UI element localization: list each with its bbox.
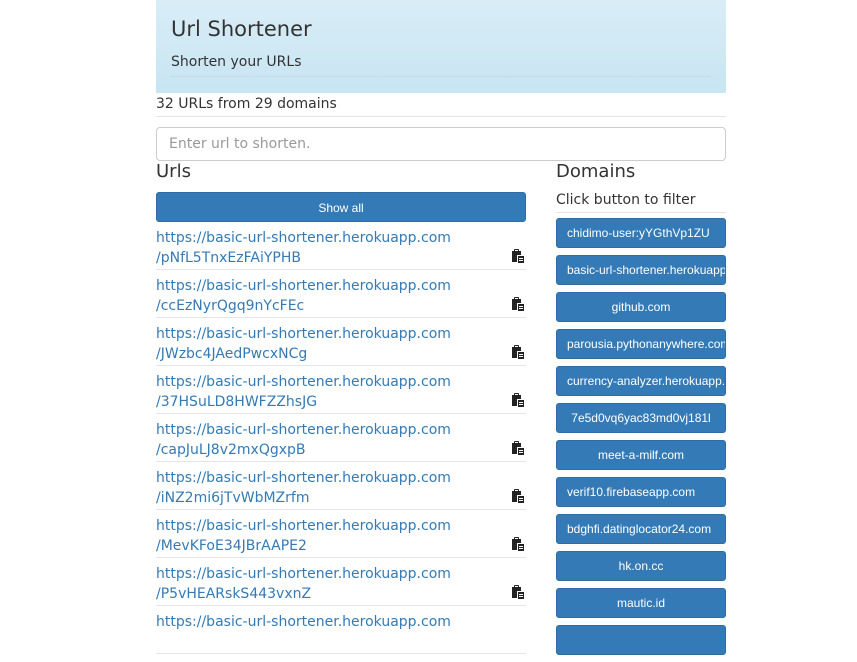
url-input[interactable] <box>156 127 726 161</box>
url-list-item: https://basic-url-shortener.herokuapp.co… <box>156 366 526 414</box>
filter-hint: Click button to filter <box>556 191 726 213</box>
short-url-link[interactable]: https://basic-url-shortener.herokuapp.co… <box>156 228 476 268</box>
short-url-link[interactable]: https://basic-url-shortener.herokuapp.co… <box>156 564 476 604</box>
clipboard-icon[interactable] <box>511 488 524 503</box>
domain-filter-button[interactable]: parousia.pythonanywhere.com <box>556 329 726 359</box>
short-url-path: /iNZ2mi6jTvWbMZrfm <box>156 490 310 506</box>
url-list-item: https://basic-url-shortener.herokuapp.co… <box>156 462 526 510</box>
domain-filter-button[interactable]: github.com <box>556 292 726 322</box>
url-list-item: https://basic-url-shortener.herokuapp.co… <box>156 318 526 366</box>
short-url-link[interactable]: https://basic-url-shortener.herokuapp.co… <box>156 612 476 632</box>
short-url-link[interactable]: https://basic-url-shortener.herokuapp.co… <box>156 276 476 316</box>
short-url-path: /pNfL5TnxEzFAiYPHB <box>156 250 301 266</box>
short-url-host: https://basic-url-shortener.herokuapp.co… <box>156 566 451 582</box>
app-subtitle: Shorten your URLs <box>171 53 711 77</box>
url-list-item: https://basic-url-shortener.herokuapp.co… <box>156 558 526 606</box>
domain-filter-button[interactable]: verif10.firebaseapp.com <box>556 477 726 507</box>
clipboard-icon[interactable] <box>511 344 524 359</box>
domain-filter-button[interactable]: currency-analyzer.herokuapp.com <box>556 366 726 396</box>
header-panel: Url Shortener Shorten your URLs <box>156 0 726 93</box>
clipboard-icon[interactable] <box>511 440 524 455</box>
short-url-host: https://basic-url-shortener.herokuapp.co… <box>156 518 451 534</box>
clipboard-icon[interactable] <box>511 248 524 263</box>
domain-filter-button[interactable]: hk.on.cc <box>556 551 726 581</box>
short-url-path: /P5vHEARskS443vxnZ <box>156 586 312 602</box>
urls-heading: Urls <box>156 161 191 182</box>
url-list-item: https://basic-url-shortener.herokuapp.co… <box>156 414 526 462</box>
short-url-link[interactable]: https://basic-url-shortener.herokuapp.co… <box>156 420 476 460</box>
short-url-host: https://basic-url-shortener.herokuapp.co… <box>156 230 451 246</box>
url-list: https://basic-url-shortener.herokuapp.co… <box>156 222 526 654</box>
urls-column: Urls Show all https://basic-url-shortene… <box>156 161 526 654</box>
domain-filter-button[interactable]: bdghfi.datinglocator24.com <box>556 514 726 544</box>
url-list-item: https://basic-url-shortener.herokuapp.co… <box>156 270 526 318</box>
url-list-item: https://basic-url-shortener.herokuapp.co… <box>156 510 526 558</box>
domain-filter-button[interactable]: meet-a-milf.com <box>556 440 726 470</box>
short-url-host: https://basic-url-shortener.herokuapp.co… <box>156 614 451 630</box>
clipboard-icon[interactable] <box>511 584 524 599</box>
short-url-path: /ccEzNyrQgq9nYcFEc <box>156 298 305 314</box>
domains-heading: Domains <box>556 161 636 182</box>
short-url-link[interactable]: https://basic-url-shortener.herokuapp.co… <box>156 516 476 556</box>
domain-filter-button[interactable]: 7e5d0vq6yac83md0vj181l <box>556 403 726 433</box>
short-url-host: https://basic-url-shortener.herokuapp.co… <box>156 278 451 294</box>
show-all-button[interactable]: Show all <box>156 192 526 222</box>
short-url-host: https://basic-url-shortener.herokuapp.co… <box>156 422 451 438</box>
url-list-item: https://basic-url-shortener.herokuapp.co… <box>156 222 526 270</box>
clipboard-icon[interactable] <box>511 296 524 311</box>
clipboard-icon[interactable] <box>511 392 524 407</box>
short-url-path: /JWzbc4JAedPwcxNCg <box>156 346 308 362</box>
app-title: Url Shortener <box>171 17 312 41</box>
domains-column: Domains Click button to filter chidimo-u… <box>556 161 726 662</box>
clipboard-icon[interactable] <box>511 536 524 551</box>
domain-filter-button[interactable]: mautic.id <box>556 588 726 618</box>
url-list-item: https://basic-url-shortener.herokuapp.co… <box>156 606 526 654</box>
short-url-path: /MevKFoE34JBrAAPE2 <box>156 538 307 554</box>
short-url-host: https://basic-url-shortener.herokuapp.co… <box>156 470 451 486</box>
short-url-link[interactable]: https://basic-url-shortener.herokuapp.co… <box>156 468 476 508</box>
url-stats: 32 URLs from 29 domains <box>156 93 726 117</box>
short-url-host: https://basic-url-shortener.herokuapp.co… <box>156 326 451 342</box>
short-url-path: /37HSuLD8HWFZZhsJG <box>156 394 318 410</box>
short-url-path: /capJuLJ8v2mxQgxpB <box>156 442 306 458</box>
short-url-host: https://basic-url-shortener.herokuapp.co… <box>156 374 451 390</box>
domain-filter-button[interactable]: chidimo-user:yYGthVp1ZU <box>556 218 726 248</box>
domain-list: chidimo-user:yYGthVp1ZU basic-url-shorten… <box>556 218 726 655</box>
domain-filter-button[interactable]: basic-url-shortener.herokuapp.com <box>556 255 726 285</box>
short-url-link[interactable]: https://basic-url-shortener.herokuapp.co… <box>156 372 476 412</box>
page-container: Url Shortener Shorten your URLs 32 URLs … <box>156 0 726 655</box>
short-url-link[interactable]: https://basic-url-shortener.herokuapp.co… <box>156 324 476 364</box>
